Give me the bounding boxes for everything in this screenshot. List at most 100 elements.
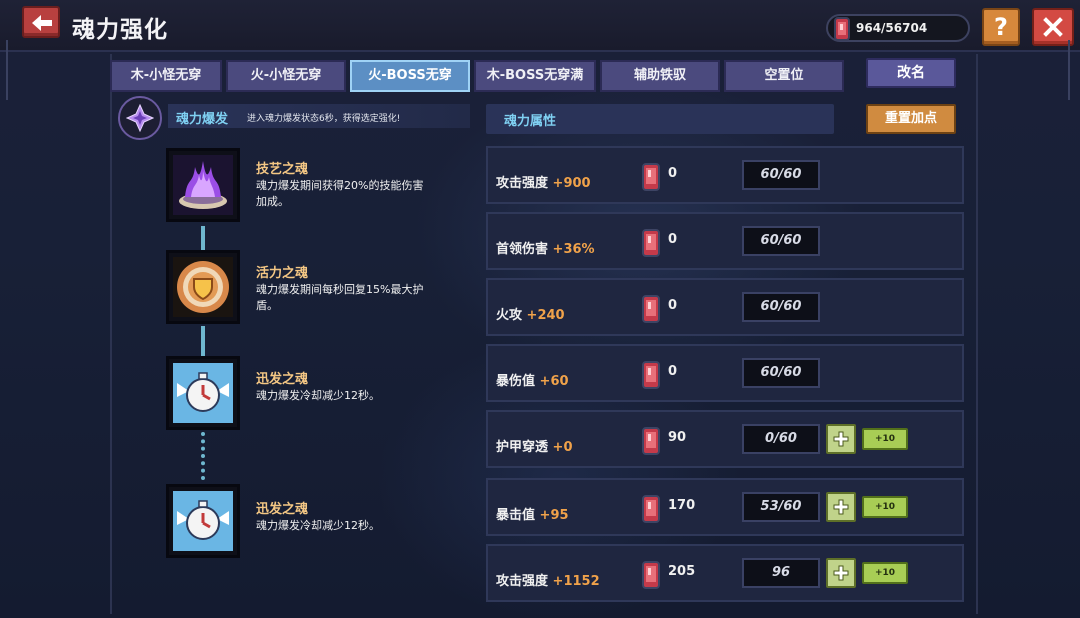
plus-icon [833,499,849,515]
attribute-label: 暴伤值 [496,374,536,389]
soul-gem-icon [642,427,660,455]
attribute-label: 暴击值 [496,508,536,523]
skill-slot[interactable] [166,484,240,558]
attribute-row: 暴击值 +95 170 53/60 +10 [486,478,964,536]
attribute-bonus: +0 [552,440,573,455]
attribute-row: 首领伤害 +36% 0 60/60 [486,212,964,270]
attribute-row: 暴伤值 +60 0 60/60 [486,344,964,402]
window-edge-right [1068,40,1070,100]
attribute-bonus: +36% [552,242,595,257]
page-title: 魂力强化 [72,17,168,43]
window-edge-left [6,40,8,100]
back-button[interactable] [22,6,60,38]
attribute-cost: 90 [668,430,687,445]
attribute-level: 0/60 [742,424,820,454]
tab-empty-slot[interactable]: 空置位 [724,60,844,92]
skill-description-line: 加成。 [256,195,289,208]
winged-clock-icon [173,363,233,423]
plus-icon [833,565,849,581]
skill-description: 魂力爆发冷却减少12秒。 [256,518,471,534]
rename-button[interactable]: 改名 [866,58,956,88]
attribute-bonus: +60 [539,374,569,389]
soul-gem-icon [642,163,660,191]
attribute-name: 首领伤害 +36% [496,238,595,257]
skill-description-line: 盾。 [256,299,278,312]
soul-gem-icon [642,229,660,257]
attribute-row: 火攻 +240 0 60/60 [486,278,964,336]
skill-name: 迅发之魂 [256,372,309,387]
attribute-bonus: +240 [526,308,565,323]
add-point-button[interactable] [826,424,856,454]
back-arrow-icon [32,15,52,31]
shield-sun-icon [173,257,233,317]
close-icon [1043,17,1063,37]
attribute-bonus: +95 [539,508,569,523]
skill-description: 魂力爆发冷却减少12秒。 [256,388,471,404]
attribute-row: 攻击强度 +900 0 60/60 [486,146,964,204]
skill-connector [201,226,205,250]
add-ten-points-button[interactable]: +10 [862,428,908,450]
add-ten-points-button[interactable]: +10 [862,562,908,584]
attribute-cost: 0 [668,232,678,247]
soul-gem-icon [642,295,660,323]
attribute-level: 60/60 [742,160,820,190]
soul-gem-icon [642,561,660,589]
attribute-cost: 0 [668,166,678,181]
attribute-level: 60/60 [742,358,820,388]
attribute-bonus: +900 [552,176,591,191]
tab-fire-boss[interactable]: 火-BOSS无穿 [350,60,470,92]
attribute-name: 暴击值 +95 [496,504,569,523]
attribute-name: 攻击强度 +1152 [496,570,600,589]
attribute-level: 53/60 [742,492,820,522]
attribute-label: 护甲穿透 [496,440,549,455]
winged-clock-icon [173,491,233,551]
skill-slot[interactable] [166,356,240,430]
attribute-label: 首领伤害 [496,242,549,257]
attribute-header: 魂力属性 [504,114,557,129]
attribute-cost: 0 [668,364,678,379]
attribute-name: 护甲穿透 +0 [496,436,573,455]
tab-wood-boss[interactable]: 木-BOSS无穿满 [474,60,596,92]
attribute-label: 火攻 [496,308,523,323]
soul-currency-display: 964/56704 [826,14,970,42]
attribute-name: 暴伤值 +60 [496,370,569,389]
soul-burst-icon [126,104,154,132]
tab-fire-mob[interactable]: 火-小怪无穿 [226,60,346,92]
skill-name: 活力之魂 [256,266,309,281]
attribute-level: 96 [742,558,820,588]
tab-support[interactable]: 辅助铁驭 [600,60,720,92]
plus-icon [833,431,849,447]
add-point-button[interactable] [826,558,856,588]
add-ten-points-button[interactable]: +10 [862,496,908,518]
purple-flame-icon [173,155,233,215]
attribute-row: 护甲穿透 +0 90 0/60 +10 [486,410,964,468]
skill-name: 迅发之魂 [256,502,309,517]
attribute-cost: 0 [668,298,678,313]
tab-wood-mob[interactable]: 木-小怪无穿 [110,60,222,92]
skill-connector [201,326,205,356]
skill-slot[interactable] [166,250,240,324]
attribute-level: 60/60 [742,292,820,322]
skill-slot[interactable] [166,148,240,222]
soul-gem-icon [642,361,660,389]
skill-description-line: 魂力爆发冷却减少12秒。 [256,519,380,532]
attribute-row: 攻击强度 +1152 205 96 +10 [486,544,964,602]
attribute-label: 攻击强度 [496,176,549,191]
soul-gem-icon [834,17,850,41]
reset-points-button[interactable]: 重置加点 [866,104,956,134]
skill-description-line: 魂力爆发期间每秒回复15%最大护 [256,283,424,296]
attribute-level: 60/60 [742,226,820,256]
attribute-bonus: +1152 [552,574,600,589]
add-point-button[interactable] [826,492,856,522]
attribute-cost: 170 [668,498,696,513]
skill-description-line: 魂力爆发期间获得20%的技能伤害 [256,179,424,192]
attribute-label: 攻击强度 [496,574,549,589]
attribute-name: 火攻 +240 [496,304,565,323]
burst-description: 进入魂力爆发状态6秒，获得选定强化! [247,114,401,124]
soul-gem-icon [642,495,660,523]
help-button[interactable]: ? [982,8,1020,46]
soul-burst-badge [118,96,162,140]
attribute-name: 攻击强度 +900 [496,172,591,191]
skill-description: 魂力爆发期间每秒回复15%最大护 盾。 [256,282,471,314]
burst-title: 魂力爆发 [176,112,229,127]
